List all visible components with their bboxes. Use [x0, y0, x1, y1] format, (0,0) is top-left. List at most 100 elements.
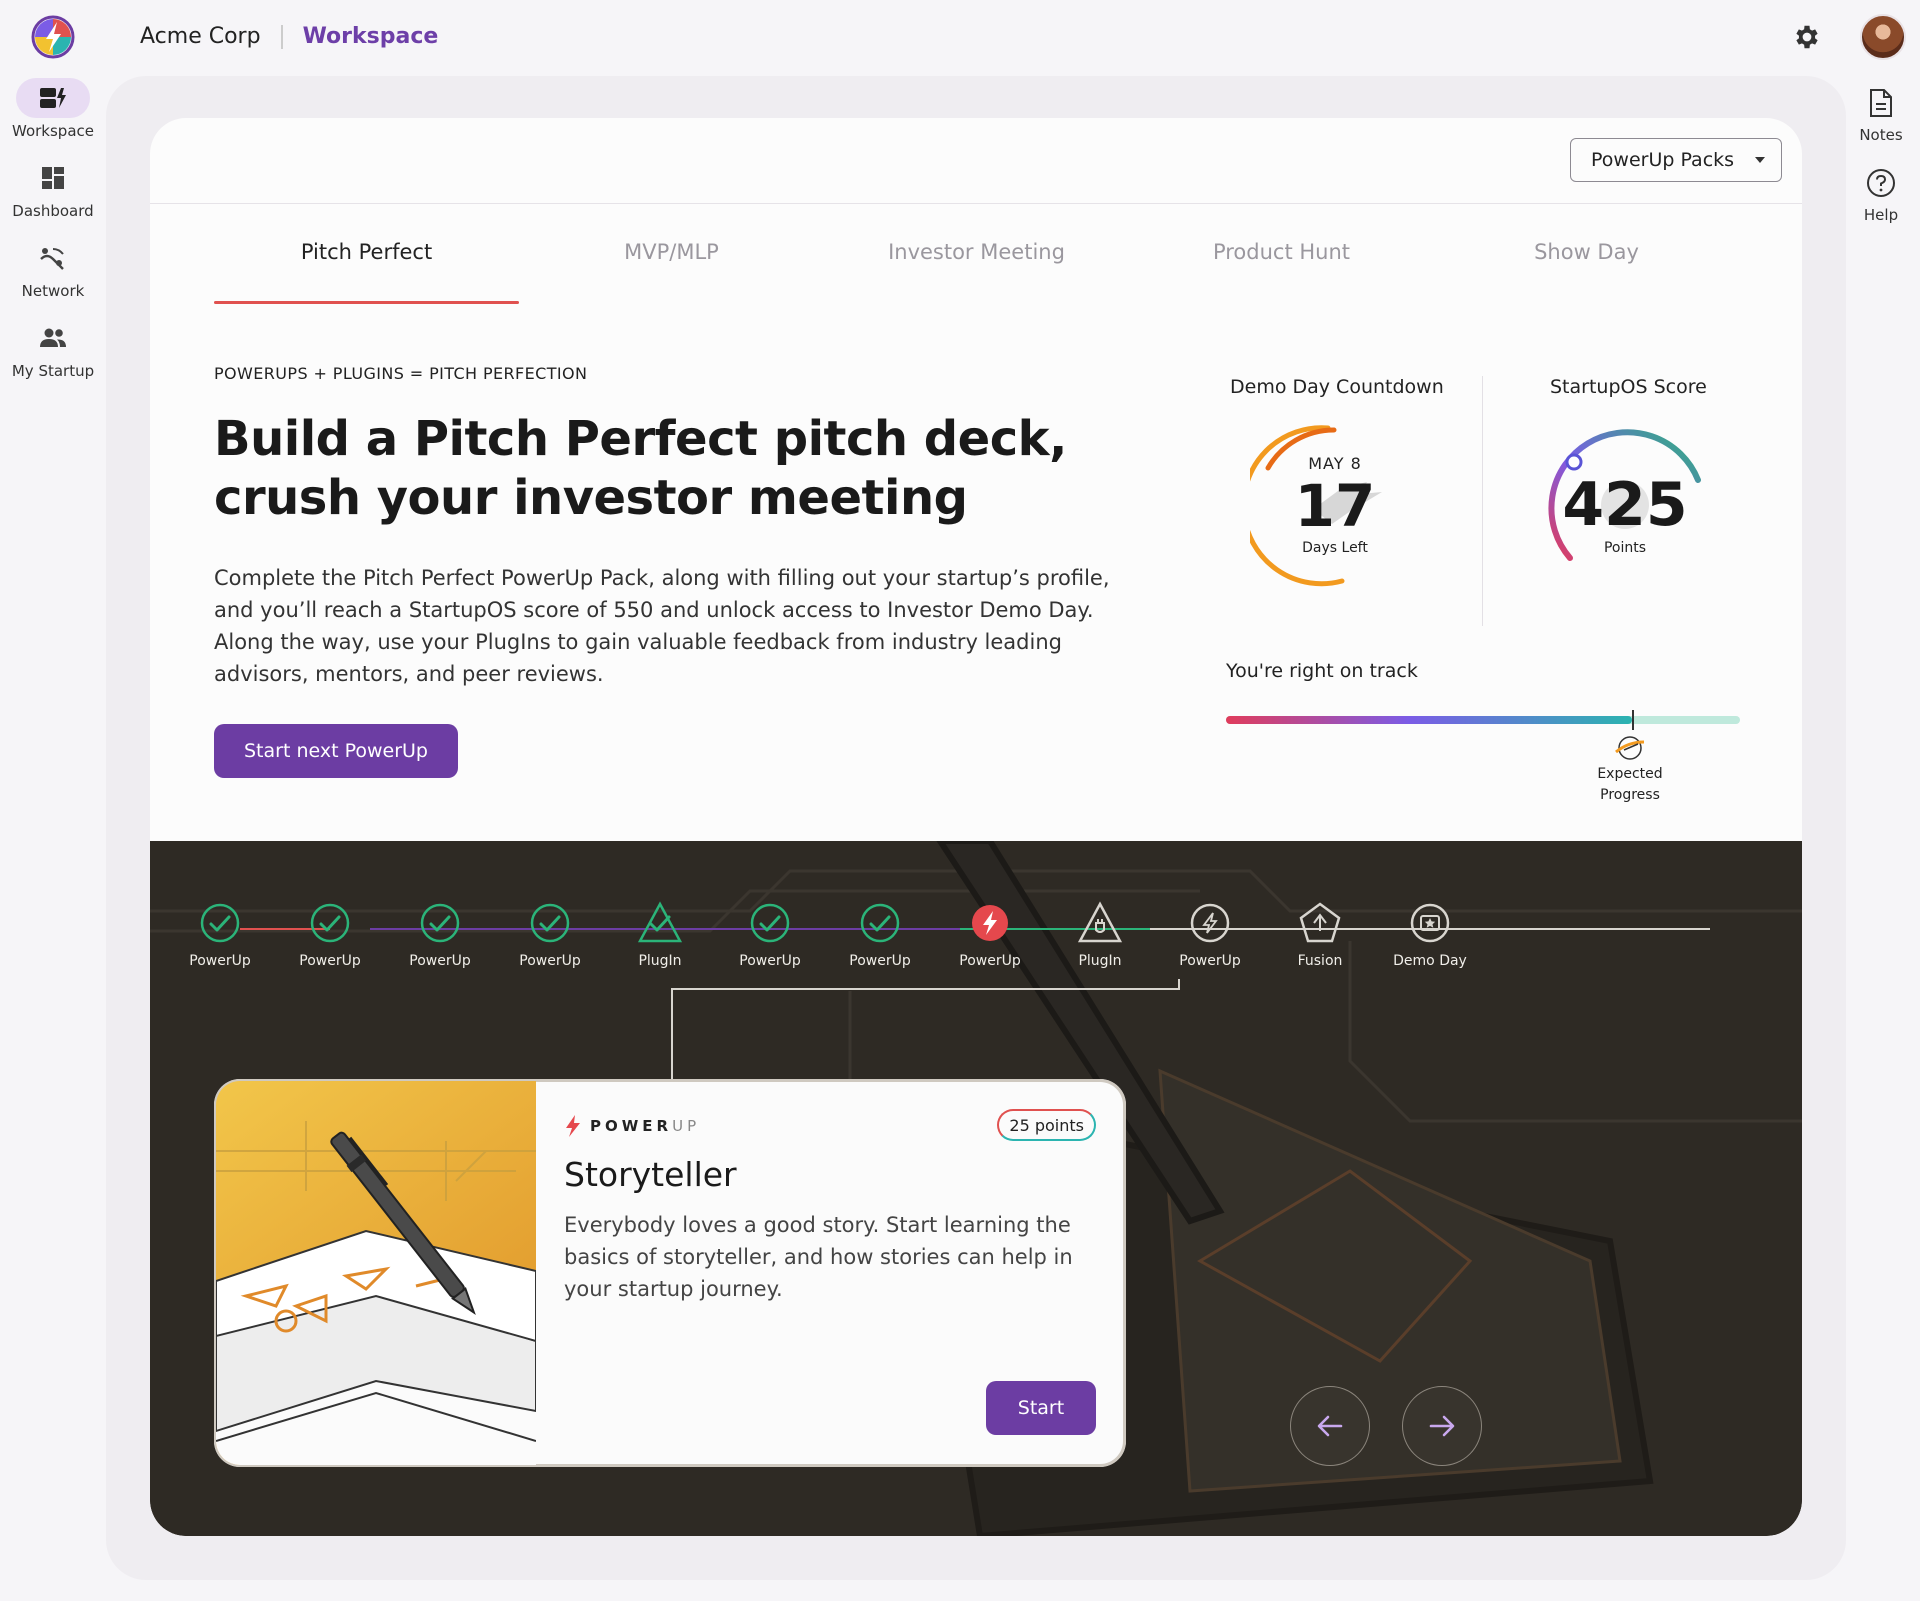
- expected-label-2: Progress: [1600, 787, 1660, 803]
- sidebar-item-label: My Startup: [11, 362, 95, 380]
- tab-pitch-perfect[interactable]: Pitch Perfect: [214, 230, 519, 304]
- arrow-right-icon: [1429, 1415, 1455, 1437]
- journey-step[interactable]: Demo Day: [1380, 901, 1480, 969]
- journey-step[interactable]: PowerUp: [280, 901, 380, 969]
- progress-bar: [1226, 710, 1740, 730]
- step-label: PowerUp: [959, 953, 1021, 969]
- gear-icon[interactable]: [1792, 22, 1822, 52]
- step-icon: [638, 901, 682, 943]
- tab-show-day[interactable]: Show Day: [1434, 230, 1739, 304]
- journey-step[interactable]: PowerUp: [500, 901, 600, 969]
- workspace-card: PowerUp Packs Pitch Perfect MVP/MLP Inve…: [150, 118, 1802, 1536]
- pack-tabs: Pitch Perfect MVP/MLP Investor Meeting P…: [214, 230, 1739, 304]
- section-name: Workspace: [302, 24, 439, 49]
- hero-eyebrow: POWERUPS + PLUGINS = PITCH PERFECTION: [214, 364, 588, 383]
- chevron-down-icon: [1755, 157, 1765, 163]
- countdown-days: 17: [1294, 472, 1376, 540]
- step-label: PowerUp: [519, 953, 581, 969]
- sidebar-item-dashboard[interactable]: Dashboard: [0, 158, 106, 238]
- journey-step[interactable]: PowerUp: [390, 901, 490, 969]
- powerup-title: Storyteller: [564, 1155, 737, 1194]
- journey-step[interactable]: PowerUp: [1160, 901, 1260, 969]
- score-value: 425: [1562, 470, 1688, 540]
- journey-panel: PowerUp PowerUp PowerUp PowerUp PlugIn P…: [150, 841, 1802, 1536]
- expected-marker: [1632, 710, 1635, 730]
- track-status: You're right on track: [1226, 660, 1418, 682]
- powerup-brand: POWER UP: [564, 1115, 700, 1137]
- user-avatar[interactable]: [1860, 14, 1906, 60]
- journey-step[interactable]: PlugIn: [1050, 901, 1150, 969]
- left-sidebar: Workspace Dashboard Network My Startup: [0, 78, 106, 398]
- journey-step[interactable]: PowerUp: [830, 901, 930, 969]
- document-icon: [1870, 89, 1892, 117]
- step-label: PowerUp: [1179, 953, 1241, 969]
- step-label: PowerUp: [189, 953, 251, 969]
- app-logo[interactable]: [30, 14, 76, 60]
- sidebar-item-label: Dashboard: [12, 202, 94, 220]
- step-label: PowerUp: [849, 953, 911, 969]
- sidebar-item-my-startup[interactable]: My Startup: [0, 318, 106, 398]
- step-label: Demo Day: [1393, 953, 1467, 969]
- tab-investor-meeting[interactable]: Investor Meeting: [824, 230, 1129, 304]
- journey-step[interactable]: PlugIn: [610, 901, 710, 969]
- org-name[interactable]: Acme Corp: [140, 24, 261, 49]
- sidebar-item-workspace[interactable]: Workspace: [0, 78, 106, 158]
- tab-product-hunt[interactable]: Product Hunt: [1129, 230, 1434, 304]
- step-icon: [420, 903, 460, 943]
- help-label: Help: [1863, 206, 1899, 224]
- arrow-left-icon: [1317, 1415, 1343, 1437]
- step-icon: [1299, 902, 1341, 943]
- expected-progress: Expected Progress: [1590, 734, 1670, 806]
- network-icon: [16, 238, 90, 278]
- countdown-date: MAY 8: [1308, 454, 1362, 473]
- notes-label: Notes: [1859, 126, 1903, 144]
- rocket-icon: [1615, 736, 1645, 760]
- breadcrumb: Acme Corp Workspace: [140, 24, 438, 49]
- step-icon: [972, 905, 1008, 941]
- step-icon: [530, 903, 570, 943]
- brand-bold: POWER: [590, 1117, 673, 1135]
- breadcrumb-divider: [280, 24, 283, 49]
- step-label: PowerUp: [299, 953, 361, 969]
- step-label: PowerUp: [739, 953, 801, 969]
- right-sidebar: Notes Help: [1846, 88, 1916, 248]
- dashboard-icon: [16, 158, 90, 198]
- workspace-icon: [16, 78, 90, 118]
- people-icon: [16, 318, 90, 358]
- step-label: Fusion: [1297, 953, 1343, 969]
- journey-step[interactable]: PowerUp: [720, 901, 820, 969]
- sidebar-item-label: Network: [21, 282, 85, 300]
- pack-select-value: PowerUp Packs: [1591, 149, 1735, 171]
- step-icon: [860, 903, 900, 943]
- card-toolbar: PowerUp Packs: [150, 118, 1802, 204]
- journey-step[interactable]: PowerUp: [170, 901, 270, 969]
- carousel-prev-button[interactable]: [1290, 1386, 1370, 1466]
- help-button[interactable]: Help: [1846, 168, 1916, 248]
- powerup-description: Everybody loves a good story. Start lear…: [564, 1213, 1073, 1301]
- lightning-icon: [566, 1115, 580, 1137]
- score-unit: Points: [1603, 540, 1647, 556]
- start-next-powerup-button[interactable]: Start next PowerUp: [214, 724, 458, 778]
- step-label: PlugIn: [638, 953, 682, 969]
- countdown-title: Demo Day Countdown: [1230, 376, 1444, 398]
- storyteller-illustration: [216, 1081, 536, 1465]
- widget-divider: [1482, 376, 1483, 626]
- notes-button[interactable]: Notes: [1846, 88, 1916, 168]
- score-title: StartupOS Score: [1550, 376, 1707, 398]
- hero-description: Complete the Pitch Perfect PowerUp Pack,…: [214, 566, 1110, 686]
- journey-step[interactable]: Fusion: [1270, 901, 1370, 969]
- step-icon: [1410, 903, 1450, 943]
- sidebar-item-label: Workspace: [12, 122, 94, 140]
- start-button[interactable]: Start: [986, 1381, 1096, 1435]
- step-icon: [1078, 901, 1122, 943]
- tab-mvp-mlp[interactable]: MVP/MLP: [519, 230, 824, 304]
- progress-fill: [1226, 716, 1633, 724]
- step-label: PlugIn: [1078, 953, 1122, 969]
- carousel-next-button[interactable]: [1402, 1386, 1482, 1466]
- page-title: Build a Pitch Perfect pitch deck, crush …: [214, 411, 1067, 526]
- journey-step[interactable]: PowerUp: [940, 901, 1040, 969]
- pack-select[interactable]: PowerUp Packs: [1570, 138, 1782, 182]
- sidebar-item-network[interactable]: Network: [0, 238, 106, 318]
- step-icon: [310, 903, 350, 943]
- countdown-gauge: MAY 8 17 Days Left: [1250, 420, 1420, 590]
